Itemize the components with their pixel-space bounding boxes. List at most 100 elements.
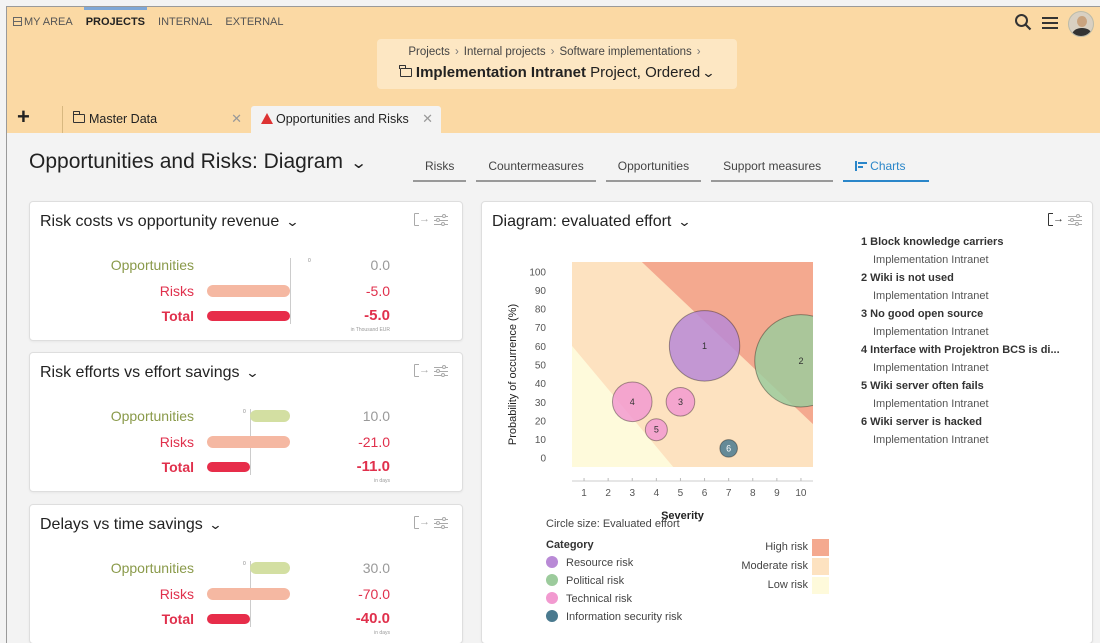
y-axis-label: Probability of occurrence (%) <box>507 304 519 445</box>
category-dot <box>546 556 558 568</box>
nav-projects[interactable]: PROJECTS <box>83 7 148 28</box>
tab-opportunities[interactable]: Opportunities <box>605 159 702 182</box>
category-label: Information security risk <box>566 611 683 623</box>
x-tick-label: 1 <box>581 488 587 499</box>
risk-list-item-title[interactable]: 1 Block knowledge carriers <box>861 236 1060 248</box>
filter-icon[interactable] <box>1068 213 1082 226</box>
filter-icon[interactable] <box>434 364 448 377</box>
tab-opportunities-risks[interactable]: Opportunities and Risks ✕ <box>251 106 441 133</box>
tab-support-measures[interactable]: Support measures <box>711 159 834 182</box>
y-tick-label: 50 <box>535 361 547 372</box>
project-status: Project, Ordered <box>590 64 701 81</box>
x-tick-label: 6 <box>702 488 708 499</box>
header-actions <box>1014 11 1094 37</box>
tab-risks[interactable]: Risks <box>413 159 467 182</box>
zero-label: 0 <box>243 561 246 567</box>
chevron-down-icon: ⌄ <box>245 365 260 380</box>
bubble-label: 3 <box>678 397 683 407</box>
y-tick-label: 90 <box>535 286 547 297</box>
export-icon[interactable] <box>1048 212 1064 226</box>
risk-list: 1 Block knowledge carriers Implementation… <box>861 236 1060 452</box>
project-title: Implementation Intranet <box>415 64 586 81</box>
breadcrumb-internal-projects[interactable]: Internal projects <box>464 46 546 58</box>
chevron-down-icon: ⌄ <box>285 214 300 229</box>
unit-label: in days <box>374 478 390 484</box>
breadcrumb: Projects › Internal projects › Software impl… <box>377 39 737 89</box>
risk-icon <box>261 113 273 124</box>
bubble-chart: 0 10 20 30 40 50 60 70 80 90 100 1 2 3 4 5 6 7 8 9 10 1 2 3 4 5 6… <box>507 262 813 522</box>
category-label: Resource risk <box>566 557 634 569</box>
menu-icon[interactable] <box>1042 14 1058 34</box>
bar-total <box>207 614 250 624</box>
value-opportunities: 30.0 <box>362 560 390 576</box>
category-dot <box>546 574 558 586</box>
filter-icon[interactable] <box>434 516 448 529</box>
header: MY AREA PROJECTS INTERNAL EXTERNAL Proje… <box>7 7 1100 103</box>
tab-bar: + Master Data ✕ Opportunities and Risks … <box>7 103 1100 133</box>
high-risk-label: High risk <box>765 541 808 553</box>
card-title[interactable]: Risk costs vs opportunity revenue ⌄ <box>40 213 300 231</box>
export-icon[interactable] <box>414 212 430 226</box>
risk-list-item-title[interactable]: 4 Interface with Projektron BCS is di... <box>861 344 1060 356</box>
zero-axis <box>290 258 291 324</box>
app-frame: MY AREA PROJECTS INTERNAL EXTERNAL Proje… <box>6 6 1100 643</box>
chevron-down-icon: ⌄ <box>349 155 368 172</box>
category-item: Resource risk <box>546 556 682 569</box>
chevron-down-icon: ⌄ <box>677 214 692 229</box>
close-icon[interactable]: ✕ <box>422 111 433 127</box>
label-total: Total <box>161 459 194 475</box>
card-risk-efforts: Risk efforts vs effort savings ⌄ Opportu… <box>29 352 463 492</box>
close-icon[interactable]: ✕ <box>231 111 242 127</box>
nav-external[interactable]: EXTERNAL <box>225 16 283 28</box>
card-title[interactable]: Risk efforts vs effort savings ⌄ <box>40 364 260 382</box>
risk-list-item-project: Implementation Intranet <box>873 326 989 338</box>
export-icon[interactable] <box>414 515 430 529</box>
chevron-down-icon: ⌄ <box>208 517 223 532</box>
export-icon[interactable] <box>414 363 430 377</box>
x-tick-label: 4 <box>654 488 660 499</box>
label-opportunities: Opportunities <box>110 560 194 576</box>
card-title[interactable]: Delays vs time savings ⌄ <box>40 516 223 534</box>
risk-list-item-project: Implementation Intranet <box>873 254 989 266</box>
top-nav: MY AREA PROJECTS INTERNAL EXTERNAL <box>13 7 284 28</box>
risk-list-item-title[interactable]: 2 Wiki is not used <box>861 272 1060 284</box>
value-opportunities: 0.0 <box>370 257 390 273</box>
circle-size-note: Circle size: Evaluated effort <box>546 518 680 530</box>
risk-list-item-project: Implementation Intranet <box>873 398 989 410</box>
nav-internal[interactable]: INTERNAL <box>158 16 212 28</box>
risk-list-item-title[interactable]: 6 Wiki server is hacked <box>861 416 1060 428</box>
x-tick-label: 5 <box>678 488 684 499</box>
risk-list-item-title[interactable]: 5 Wiki server often fails <box>861 380 1060 392</box>
card-title[interactable]: Diagram: evaluated effort ⌄ <box>492 213 692 231</box>
label-risks: Risks <box>159 283 194 299</box>
unit-label: in days <box>374 630 390 636</box>
zero-label: 0 <box>243 409 246 415</box>
tab-master-data[interactable]: Master Data ✕ <box>62 106 250 133</box>
page-title[interactable]: Opportunities and Risks: Diagram ⌄ <box>29 150 368 174</box>
chart-icon <box>855 161 868 171</box>
y-tick-label: 0 <box>540 454 546 465</box>
tab-countermeasures[interactable]: Countermeasures <box>476 159 596 182</box>
breadcrumb-software-implementations[interactable]: Software implementations <box>559 46 691 58</box>
y-tick-label: 20 <box>535 416 547 427</box>
bar-risks <box>207 588 290 600</box>
nav-my-area[interactable]: MY AREA <box>13 16 73 28</box>
add-tab-button[interactable]: + <box>17 105 30 129</box>
folder-icon <box>399 65 412 77</box>
value-risks: -70.0 <box>358 586 390 602</box>
search-icon[interactable] <box>1014 13 1032 35</box>
category-legend: Resource risk Political risk Technical ris… <box>546 556 682 628</box>
x-tick-label: 10 <box>795 488 807 499</box>
value-total: -5.0 <box>364 307 390 324</box>
y-tick-label: 70 <box>535 323 547 334</box>
tab-charts[interactable]: Charts <box>843 159 930 182</box>
y-tick-label: 10 <box>535 435 547 446</box>
risk-list-item-title[interactable]: 3 No good open source <box>861 308 1060 320</box>
bubble-label: 6 <box>726 443 731 453</box>
filter-icon[interactable] <box>434 213 448 226</box>
risk-list-item-project: Implementation Intranet <box>873 290 989 302</box>
breadcrumb-projects[interactable]: Projects <box>408 46 450 58</box>
bar-total <box>207 311 290 321</box>
avatar[interactable] <box>1068 11 1094 37</box>
project-selector[interactable]: Implementation Intranet Project, Ordered… <box>377 64 737 81</box>
